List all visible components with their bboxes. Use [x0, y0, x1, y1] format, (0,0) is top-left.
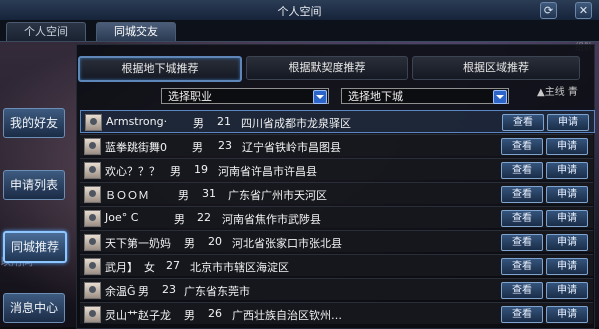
chevron-down-icon — [493, 90, 507, 104]
chevron-down-icon — [313, 90, 327, 104]
tab-recommend-by-compatibility[interactable]: 根据默契度推荐 — [246, 56, 408, 80]
apply-button[interactable]: 申请 — [546, 306, 588, 323]
right-fragment-top: ▲主线 青 — [537, 87, 578, 98]
table-row[interactable]: 武月】女 27 北京市市辖区海淀区 查看 申请 — [80, 254, 593, 276]
sidebar: 我的好友 申请列表 以用同 同城推荐 消息中心 — [0, 41, 75, 327]
user-name: 武月】 — [105, 261, 138, 274]
view-button[interactable]: 查看 — [501, 234, 543, 251]
table-row[interactable]: 灵山艹赵子龙男 26 广西壮族自治区钦州… 查看 申请 — [80, 302, 593, 324]
user-location: 辽宁省铁岭市昌图县 — [242, 141, 341, 154]
table-row[interactable]: ＢＯＯＭ 男 31 广东省广州市天河区 查看 申请 — [80, 182, 593, 204]
user-age: 23 — [218, 139, 232, 152]
tab-local-friends[interactable]: 同城交友 — [96, 22, 176, 41]
sidebar-item-my-friends[interactable]: 我的好友 — [3, 108, 65, 138]
user-location: 四川省成都市龙泉驿区 — [241, 117, 351, 130]
avatar — [84, 282, 101, 299]
sidebar-item-local-recommend[interactable]: 同城推荐 — [3, 231, 67, 263]
user-age: 20 — [208, 235, 222, 248]
user-name: 余温Ğ — [105, 285, 136, 298]
apply-button[interactable]: 申请 — [546, 186, 588, 203]
user-gender: 男 — [138, 285, 149, 298]
user-location: 北京市市辖区海淀区 — [190, 261, 289, 274]
table-row[interactable]: 蓝拳跳街舞0 男 23 辽宁省铁岭市昌图县 查看 申请 — [80, 134, 593, 156]
view-button[interactable]: 查看 — [501, 282, 543, 299]
user-name: Armstrong· — [106, 115, 168, 128]
close-icon[interactable]: ✕ — [575, 2, 592, 19]
user-gender: 男 — [192, 141, 203, 154]
table-row[interactable]: 天下第一奶妈男 20 河北省张家口市张北县 查看 申请 — [80, 230, 593, 252]
avatar — [84, 210, 101, 227]
job-select[interactable]: 选择职业 — [161, 88, 329, 104]
user-gender: 男 — [174, 213, 185, 226]
user-age: 23 — [162, 283, 176, 296]
table-row[interactable]: Armstrong· 男 21 四川省成都市龙泉驿区 查看 申请 — [80, 110, 595, 133]
view-button[interactable]: 查看 — [501, 210, 543, 227]
user-gender: 男 — [170, 165, 181, 178]
user-name: ＢＯＯＭ — [105, 189, 149, 202]
table-row[interactable]: Joe° C 男 22 河南省焦作市武陟县 查看 申请 — [80, 206, 593, 228]
view-button[interactable]: 查看 — [501, 162, 543, 179]
user-age: 21 — [217, 115, 231, 128]
view-button[interactable]: 查看 — [501, 258, 543, 275]
apply-button[interactable]: 申请 — [546, 162, 588, 179]
tab-recommend-by-dungeon[interactable]: 根据地下城推荐 — [78, 56, 242, 82]
user-location: 河南省许昌市许昌县 — [218, 165, 317, 178]
table-row[interactable]: 欢心？？？ 男 19 河南省许昌市许昌县 查看 申请 — [80, 158, 593, 180]
avatar — [84, 138, 101, 155]
tab-recommend-by-region[interactable]: 根据区域推荐 — [412, 56, 580, 80]
user-name: Joe° C — [105, 211, 139, 224]
user-gender: 男 — [184, 309, 195, 322]
user-location: 河南省焦作市武陟县 — [222, 213, 321, 226]
view-button[interactable]: 查看 — [501, 306, 543, 323]
user-gender: 男 — [193, 117, 204, 130]
tab-bar: 个人空间 同城交友 组队 — [0, 20, 599, 53]
apply-button[interactable]: 申请 — [546, 258, 588, 275]
view-button[interactable]: 查看 — [501, 186, 543, 203]
user-location: 广东省广州市天河区 — [228, 189, 327, 202]
refresh-icon[interactable]: ⟳ — [540, 2, 557, 19]
user-name: 天下第一奶妈 — [105, 237, 171, 250]
title-bar: 个人空间 ⟳ ✕ — [0, 0, 599, 21]
avatar — [84, 306, 101, 323]
user-location: 广东省东莞市 — [184, 285, 250, 298]
user-gender: 男 — [178, 189, 189, 202]
user-name: 欢心？？？ — [105, 165, 160, 178]
user-location: 广西壮族自治区钦州… — [232, 309, 342, 322]
sidebar-item-message-center[interactable]: 消息中心 — [3, 293, 65, 323]
user-gender: 女 — [144, 261, 155, 274]
user-age: 26 — [208, 307, 222, 320]
view-button[interactable]: 查看 — [502, 114, 544, 131]
avatar — [84, 186, 101, 203]
user-age: 31 — [202, 187, 216, 200]
dungeon-select[interactable]: 选择地下城 — [341, 88, 509, 104]
user-name: 蓝拳跳街舞0 — [105, 141, 167, 154]
tab-personal-space[interactable]: 个人空间 — [6, 22, 86, 41]
user-location: 河北省张家口市张北县 — [232, 237, 342, 250]
dungeon-select-value: 选择地下城 — [348, 90, 403, 103]
apply-button[interactable]: 申请 — [546, 234, 588, 251]
avatar — [84, 258, 101, 275]
user-age: 19 — [194, 163, 208, 176]
window-title: 个人空间 — [277, 5, 322, 18]
avatar — [85, 114, 102, 131]
sidebar-item-apply-list[interactable]: 申请列表 — [3, 170, 65, 200]
user-age: 27 — [166, 259, 180, 272]
user-name: 灵山艹赵子龙 — [105, 309, 171, 322]
apply-button[interactable]: 申请 — [546, 138, 588, 155]
user-age: 22 — [197, 211, 211, 224]
apply-button[interactable]: 申请 — [546, 210, 588, 227]
avatar — [84, 234, 101, 251]
apply-button[interactable]: 申请 — [547, 114, 589, 131]
job-select-value: 选择职业 — [168, 90, 212, 103]
table-row[interactable]: 余温Ğ 男 23 广东省东莞市 查看 申请 — [80, 278, 593, 300]
user-gender: 男 — [184, 237, 195, 250]
view-button[interactable]: 查看 — [501, 138, 543, 155]
avatar — [84, 162, 101, 179]
apply-button[interactable]: 申请 — [546, 282, 588, 299]
